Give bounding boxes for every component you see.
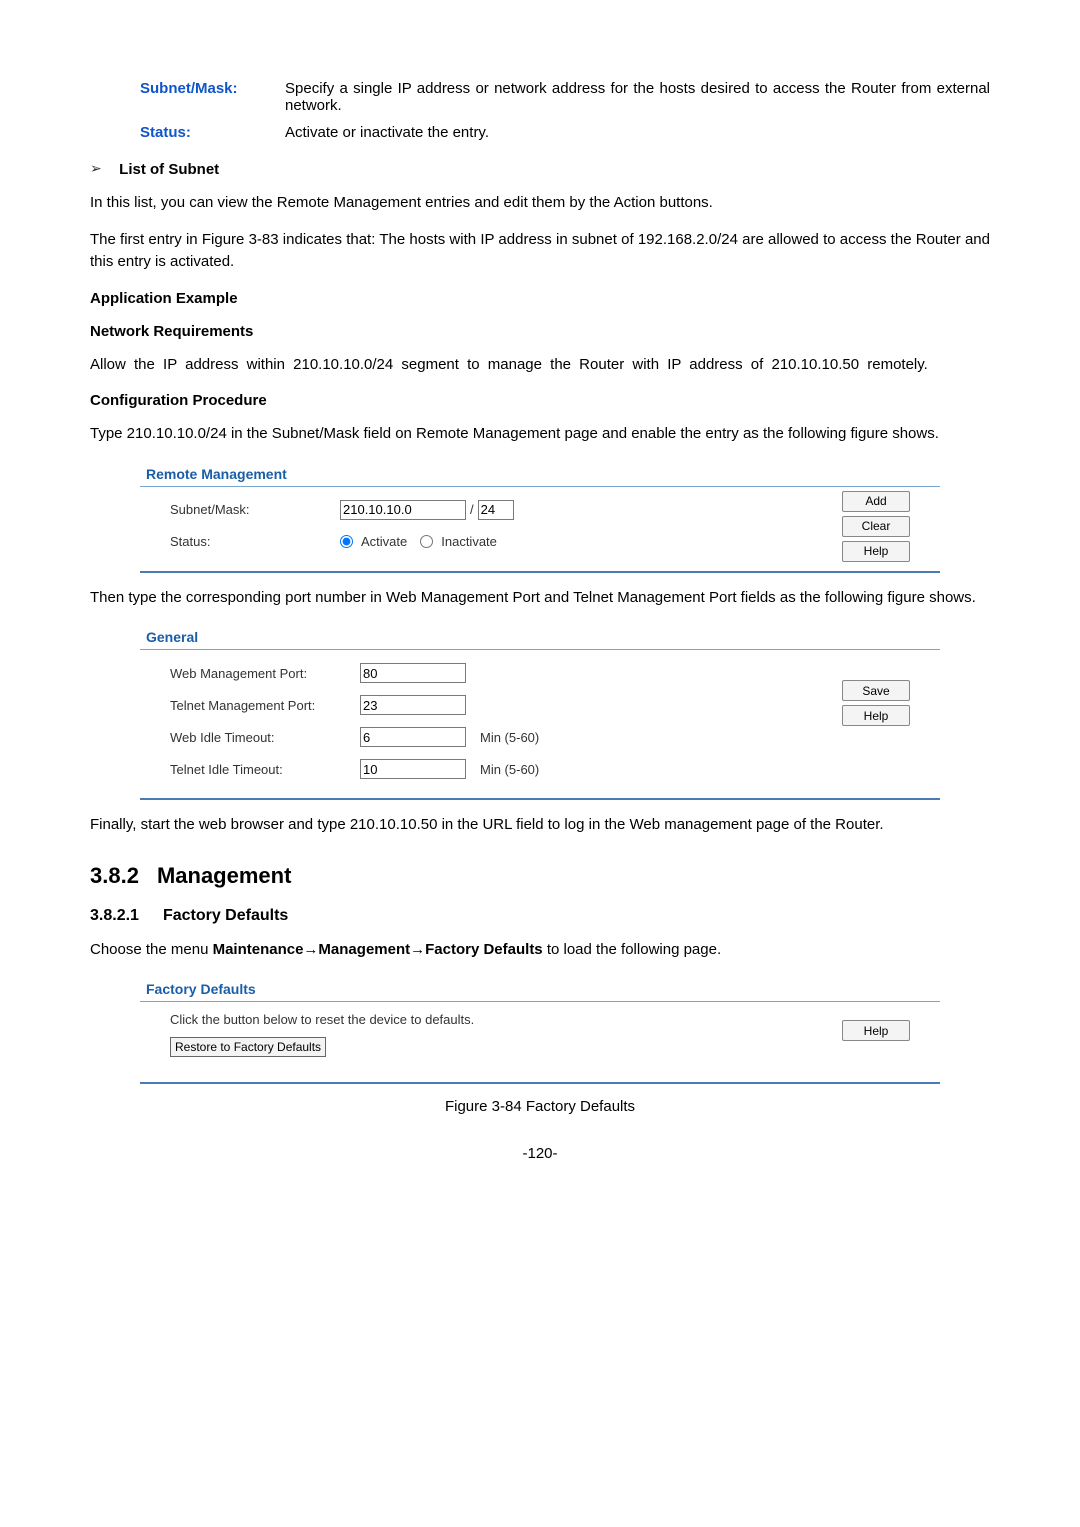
def-subnet-mask-desc: Specify a single IP address or network a… — [285, 80, 990, 114]
add-button[interactable]: Add — [842, 491, 910, 512]
figure-3-84-caption: Figure 3-84 Factory Defaults — [90, 1098, 990, 1115]
web-idle-row: Web Idle Timeout: Min (5-60) — [170, 724, 930, 750]
remote-management-panel: Remote Management Add Clear Help Subnet/… — [140, 460, 940, 573]
help-button[interactable]: Help — [842, 541, 910, 562]
after-general-p1: Finally, start the web browser and type … — [90, 814, 990, 837]
mask-input[interactable] — [478, 500, 514, 520]
section-3-8-2-1-num: 3.8.2.1 — [90, 907, 139, 924]
help-button[interactable]: Help — [842, 1020, 910, 1041]
list-of-subnet-p2: The first entry in Figure 3-83 indicates… — [90, 229, 990, 274]
configuration-procedure-p1: Type 210.10.10.0/24 in the Subnet/Mask f… — [90, 423, 990, 446]
chevron-right-icon: ➢ — [90, 160, 110, 177]
def-status-desc: Activate or inactivate the entry. — [285, 124, 990, 141]
section-3-8-2: 3.8.2 Management — [90, 863, 990, 889]
web-port-row: Web Management Port: — [170, 660, 930, 686]
telnet-port-input[interactable] — [360, 695, 466, 715]
list-of-subnet-heading: ➢ List of Subnet — [90, 161, 990, 178]
web-port-input[interactable] — [360, 663, 466, 683]
section-3-8-2-1-title: Factory Defaults — [163, 907, 288, 924]
activate-label: Activate — [361, 534, 407, 549]
def-subnet-mask: Subnet/Mask: Specify a single IP address… — [90, 80, 990, 114]
factory-intro-post: to load the following page. — [543, 941, 721, 958]
remote-management-title: Remote Management — [140, 460, 940, 487]
network-requirements-heading: Network Requirements — [90, 323, 990, 340]
network-requirements-p: Allow the IP address within 210.10.10.0/… — [90, 354, 990, 377]
factory-defaults-text: Click the button below to reset the devi… — [170, 1012, 930, 1027]
subnet-input[interactable] — [340, 500, 466, 520]
inactivate-radio[interactable] — [420, 535, 433, 548]
configuration-procedure-heading: Configuration Procedure — [90, 392, 990, 409]
between-panels-p1: Then type the corresponding port number … — [90, 587, 990, 610]
save-button[interactable]: Save — [842, 680, 910, 701]
subnet-slash: / — [466, 502, 478, 517]
telnet-idle-input[interactable] — [360, 759, 466, 779]
general-title: General — [140, 623, 940, 650]
factory-defaults-panel: Factory Defaults Help Click the button b… — [140, 975, 940, 1084]
factory-intro-pre: Choose the menu — [90, 941, 213, 958]
list-of-subnet-p1: In this list, you can view the Remote Ma… — [90, 192, 990, 215]
subnet-mask-row: Subnet/Mask: / — [170, 497, 930, 523]
status-label: Status: — [170, 534, 340, 549]
def-status: Status: Activate or inactivate the entry… — [90, 124, 990, 141]
web-idle-hint: Min (5-60) — [480, 730, 539, 745]
restore-factory-defaults-button[interactable]: Restore to Factory Defaults — [170, 1037, 326, 1057]
status-row: Status: Activate Inactivate — [170, 529, 930, 555]
section-3-8-2-num: 3.8.2 — [90, 863, 139, 888]
web-idle-label: Web Idle Timeout: — [170, 730, 360, 745]
help-button[interactable]: Help — [842, 705, 910, 726]
telnet-idle-label: Telnet Idle Timeout: — [170, 762, 360, 777]
factory-defaults-title: Factory Defaults — [140, 975, 940, 1002]
telnet-port-label: Telnet Management Port: — [170, 698, 360, 713]
subnet-mask-label: Subnet/Mask: — [170, 502, 340, 517]
general-panel: General Save Help Web Management Port: T… — [140, 623, 940, 800]
clear-button[interactable]: Clear — [842, 516, 910, 537]
telnet-port-row: Telnet Management Port: — [170, 692, 930, 718]
document-page: Subnet/Mask: Specify a single IP address… — [0, 0, 1080, 1202]
factory-intro-menu-path: Maintenance→Management→Factory Defaults — [213, 941, 543, 958]
factory-defaults-intro: Choose the menu Maintenance→Management→F… — [90, 939, 990, 962]
def-status-term: Status: — [90, 124, 285, 141]
page-number: -120- — [90, 1145, 990, 1162]
inactivate-label: Inactivate — [441, 534, 497, 549]
section-3-8-2-title: Management — [157, 863, 291, 888]
section-3-8-2-1: 3.8.2.1 Factory Defaults — [90, 907, 990, 925]
application-example-heading: Application Example — [90, 290, 990, 307]
activate-radio[interactable] — [340, 535, 353, 548]
list-of-subnet-title: List of Subnet — [114, 161, 219, 178]
web-idle-input[interactable] — [360, 727, 466, 747]
web-port-label: Web Management Port: — [170, 666, 360, 681]
telnet-idle-row: Telnet Idle Timeout: Min (5-60) — [170, 756, 930, 782]
telnet-idle-hint: Min (5-60) — [480, 762, 539, 777]
def-subnet-mask-term: Subnet/Mask: — [90, 80, 285, 114]
